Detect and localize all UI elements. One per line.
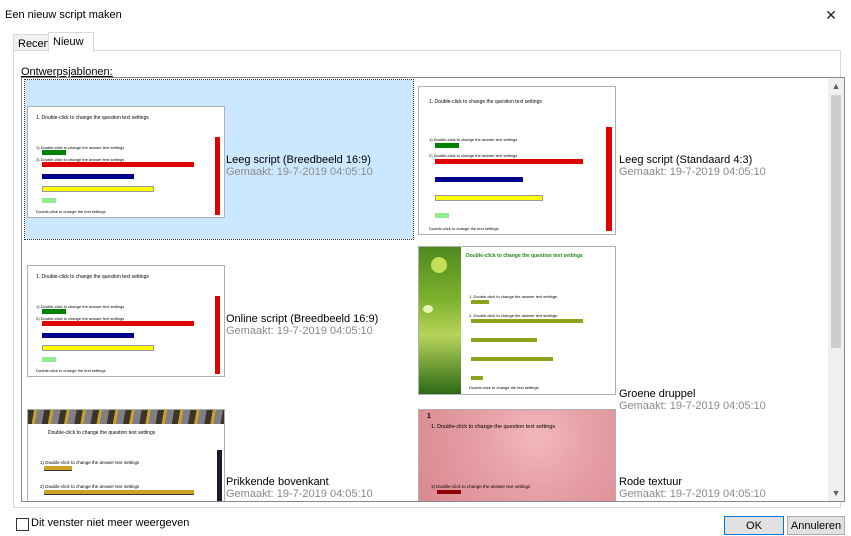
thumb-bar	[42, 162, 194, 167]
tab-nieuw[interactable]: Nieuw	[48, 32, 94, 52]
thumb-bar	[435, 159, 583, 164]
scroll-up-icon[interactable]: ▲	[828, 78, 844, 94]
tab-recent[interactable]: Recent	[13, 34, 53, 51]
thumb-bar	[42, 174, 134, 179]
template-created: Gemaakt: 19-7-2019 04:05:10	[619, 166, 766, 178]
thumb-bar	[42, 333, 134, 338]
spiky-top-image	[28, 410, 224, 424]
thumb-answer-1: 1) Double-click to change the answer tex…	[40, 460, 140, 465]
thumb-question: 1. Double-click to change the question t…	[36, 115, 149, 121]
thumb-bar	[44, 466, 72, 471]
thumb-bar	[435, 195, 543, 201]
template-created: Gemaakt: 19-7-2019 04:05:10	[226, 325, 373, 337]
thumb-answer-2: 2) Double-click to change the answer tex…	[40, 484, 140, 489]
thumb-bar	[42, 309, 66, 314]
dont-show-checkbox[interactable]	[16, 518, 29, 531]
template-item-online-breedbeeld[interactable]: 1. Double-click to change the question t…	[25, 243, 413, 402]
thumb-side-bar	[217, 450, 222, 501]
thumb-question: 1. Double-click to change the question t…	[36, 274, 149, 280]
thumb-bar	[435, 177, 523, 182]
thumb-question: Double-click to change the question text…	[466, 253, 583, 259]
template-item-groene-druppel[interactable]: Double-click to change the question text…	[418, 243, 806, 412]
drop-circle	[431, 257, 447, 273]
green-drop-image	[419, 247, 461, 394]
template-name: Rode textuur	[619, 476, 682, 488]
thumb-answer-1: 1. Double-click to change the answer tex…	[469, 294, 558, 299]
thumb-bar	[42, 357, 56, 362]
dialog-window: Een nieuw script maken ✕ Recent Nieuw On…	[0, 0, 851, 536]
thumb-bar	[471, 338, 537, 342]
thumb-bar	[435, 213, 449, 218]
thumb-footer: Double-click to change the text settings	[469, 385, 539, 390]
drop-splash	[423, 305, 433, 313]
template-created: Gemaakt: 19-7-2019 04:05:10	[226, 166, 373, 178]
thumb-bar	[44, 490, 194, 495]
cancel-button[interactable]: Annuleren	[787, 516, 845, 535]
title-bar: Een nieuw script maken ✕	[0, 0, 851, 30]
template-item-leeg-standaard[interactable]: 1. Double-click to change the question t…	[418, 80, 806, 239]
thumb-bar	[42, 321, 194, 326]
thumb-question: 1. Double-click to change the question t…	[429, 99, 542, 105]
thumb-bar	[437, 490, 461, 494]
thumb-answer-1: 1) Double-click to change the answer tex…	[431, 484, 531, 489]
thumb-bar	[471, 357, 553, 361]
thumb-bar	[42, 186, 154, 192]
dont-show-label: Dit venster niet meer weergeven	[31, 517, 190, 529]
template-thumbnail: 1. Double-click to change the question t…	[418, 86, 616, 235]
thumb-answer-1: 1) Double-click to change the answer tex…	[429, 137, 518, 142]
template-name: Leeg script (Standaard 4:3)	[619, 154, 753, 166]
thumb-bar	[435, 143, 459, 148]
thumb-footer: Double-click to change the text settings	[429, 226, 499, 231]
vertical-scrollbar[interactable]: ▲ ▼	[828, 78, 844, 501]
template-created: Gemaakt: 19-7-2019 04:05:10	[619, 488, 766, 500]
template-name: Leeg script (Breedbeeld 16:9)	[226, 154, 371, 166]
template-name: Online script (Breedbeeld 16:9)	[226, 313, 379, 325]
thumb-question: 1. Double-click to change the question t…	[431, 424, 556, 430]
ok-button[interactable]: OK	[724, 516, 784, 535]
template-created: Gemaakt: 19-7-2019 04:05:10	[226, 488, 373, 500]
template-thumbnail: 1. Double-click to change the question t…	[27, 106, 225, 218]
template-thumbnail: Double-click to change the question text…	[418, 246, 616, 395]
thumb-side-bar	[606, 127, 612, 231]
template-item-rode-textuur[interactable]: 1 1. Double-click to change the question…	[418, 409, 806, 501]
scrollbar-thumb[interactable]	[831, 95, 841, 348]
template-thumbnail: 1. Double-click to change the question t…	[27, 265, 225, 377]
thumb-bar	[42, 150, 66, 155]
template-name: Groene druppel	[619, 388, 696, 400]
thumb-side-bar	[215, 296, 220, 374]
thumb-answer-2: 2. Double-click to change the answer tex…	[469, 313, 558, 318]
close-icon[interactable]: ✕	[811, 0, 851, 30]
template-name: Prikkende bovenkant	[226, 476, 329, 488]
thumb-answer-2: 2) Double-click to change the answer tex…	[429, 153, 518, 158]
template-list[interactable]: 1. Double-click to change the question t…	[21, 77, 845, 502]
thumb-bar	[471, 376, 483, 380]
window-title: Een nieuw script maken	[5, 9, 122, 21]
thumb-question: Double-click to change the question text…	[48, 430, 156, 436]
thumb-bar	[42, 198, 56, 203]
template-thumbnail: Double-click to change the question text…	[27, 409, 225, 501]
slide-number: 1	[427, 413, 431, 420]
thumb-bar	[471, 300, 489, 304]
template-thumbnail: 1 1. Double-click to change the question…	[418, 409, 616, 501]
thumb-side-bar	[215, 137, 220, 215]
template-item-prikkende-bovenkant[interactable]: Double-click to change the question text…	[25, 409, 413, 501]
template-item-leeg-breedbeeld[interactable]: 1. Double-click to change the question t…	[24, 79, 414, 240]
thumb-bar	[471, 319, 583, 323]
thumb-footer: Double-click to change the text settings	[36, 209, 106, 214]
thumb-bar	[42, 345, 154, 351]
thumb-footer: Double-click to change the text settings	[36, 368, 106, 373]
scroll-down-icon[interactable]: ▼	[828, 485, 844, 501]
